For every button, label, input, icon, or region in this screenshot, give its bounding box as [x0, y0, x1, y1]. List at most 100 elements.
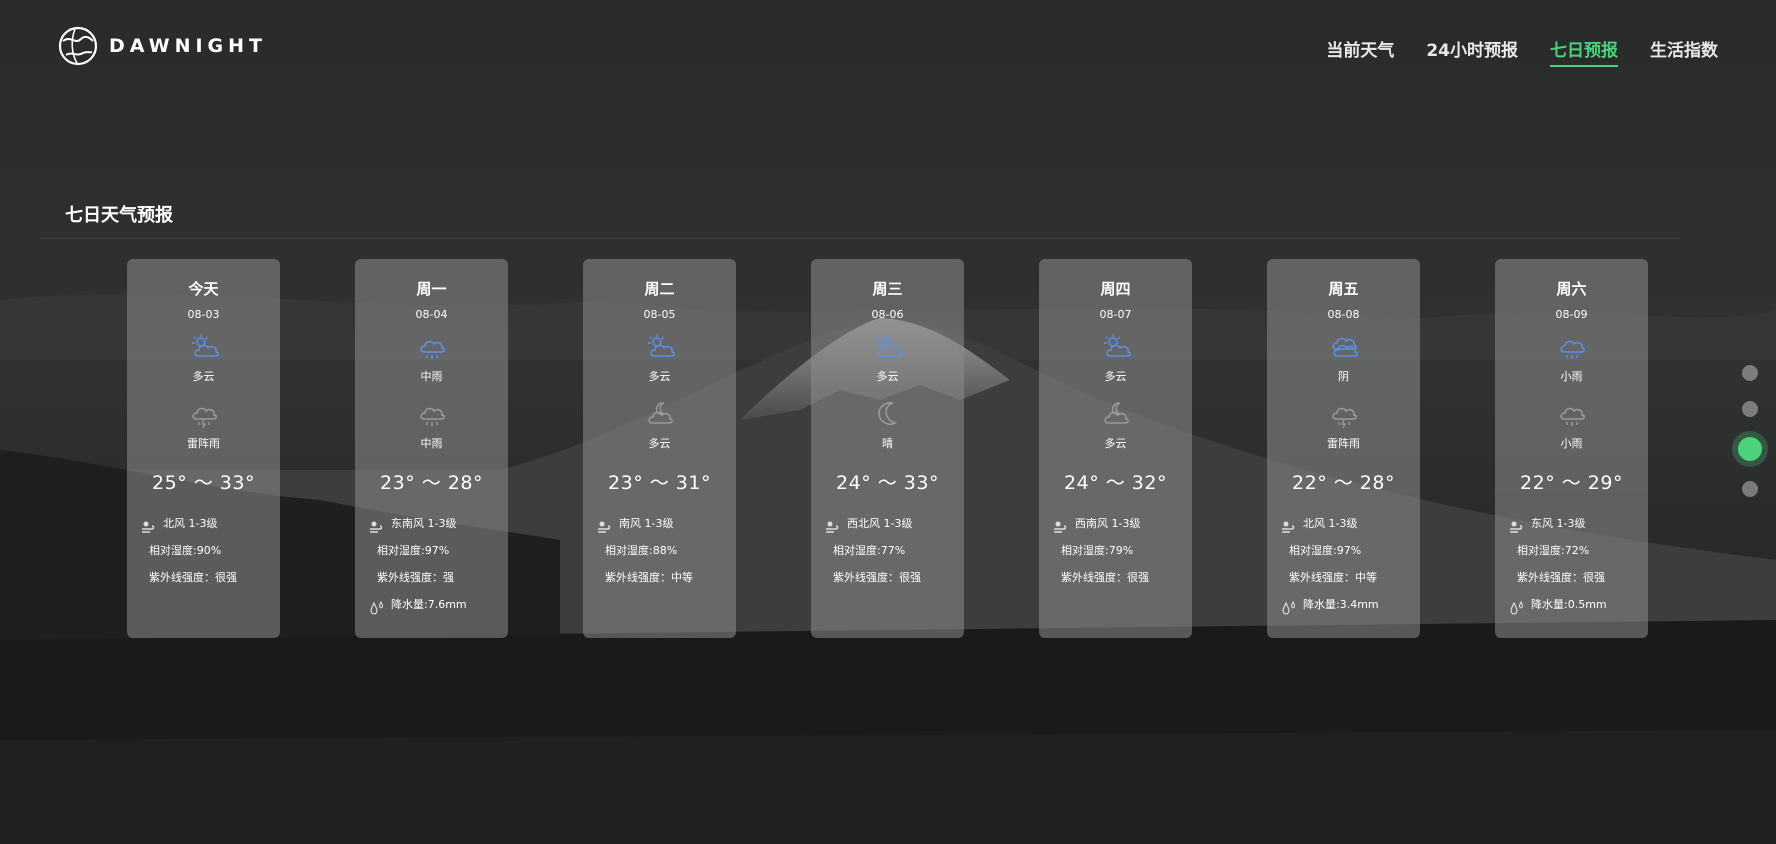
wind-row: 西南风 1-3级 [1053, 510, 1149, 537]
day-weather-desc: 多云 [648, 370, 671, 383]
day-weather-desc: 阴 [1338, 370, 1349, 383]
humidity-row: 相对湿度:77% [825, 537, 921, 564]
rain-icon [1557, 399, 1587, 429]
wind-row: 西北风 1-3级 [825, 510, 921, 537]
forecast-card[interactable]: 周二 08-05 多云 多云 23° ～ 31° 南风 1-3级 相对湿度:88… [583, 259, 736, 638]
uv-row: 紫外线强度：很强 [1053, 564, 1149, 591]
moon-icon [873, 399, 903, 429]
wind-text: 北风 1-3级 [163, 517, 218, 530]
card-details: 东南风 1-3级 相对湿度:97% 紫外线强度：强 降水量:7.6mm [369, 510, 467, 618]
temp-range: 24° ～ 32° [1064, 472, 1167, 494]
uv-text: 紫外线强度：很强 [833, 571, 921, 584]
section-title: 七日天气预报 [65, 205, 173, 226]
forecast-card[interactable]: 周六 08-09 小雨 小雨 22° ～ 29° 东风 1-3级 相对湿度:72… [1495, 259, 1648, 638]
wind-icon [597, 517, 613, 533]
card-details: 西南风 1-3级 相对湿度:79% 紫外线强度：很强 [1053, 510, 1149, 591]
uv-row: 紫外线强度：很强 [141, 564, 237, 591]
humidity-text: 相对湿度:79% [1061, 544, 1134, 557]
wind-row: 北风 1-3级 [1281, 510, 1379, 537]
night-weather-desc: 多云 [648, 437, 671, 450]
overcast-icon [1329, 332, 1359, 362]
precip-text: 降水量:3.4mm [1303, 598, 1379, 611]
partly-cloudy-night-icon [1101, 399, 1131, 429]
thunder-rain-icon [189, 399, 219, 429]
nav-item-2[interactable]: 七日预报 [1550, 36, 1618, 67]
humidity-text: 相对湿度:97% [1289, 544, 1362, 557]
day-weather-desc: 多云 [876, 370, 899, 383]
forecast-card[interactable]: 周三 08-06 多云 晴 24° ～ 33° 西北风 1-3级 相对湿度:77… [811, 259, 964, 638]
forecast-card[interactable]: 周一 08-04 中雨 中雨 23° ～ 28° 东南风 1-3级 相对湿度:9… [355, 259, 508, 638]
partly-cloudy-icon [1101, 332, 1131, 362]
wind-text: 东南风 1-3级 [391, 517, 457, 530]
card-date: 08-07 [1099, 308, 1132, 321]
humidity-row: 相对湿度:88% [597, 537, 693, 564]
forecast-card[interactable]: 周五 08-08 阴 雷阵雨 22° ～ 28° 北风 1-3级 相对湿度:97… [1267, 259, 1420, 638]
precip-row: 降水量:7.6mm [369, 591, 467, 618]
temp-range: 23° ～ 31° [608, 472, 711, 494]
card-date: 08-09 [1555, 308, 1588, 321]
temp-range: 22° ～ 28° [1292, 472, 1395, 494]
uv-row: 紫外线强度：中等 [1281, 564, 1379, 591]
nav-item-0[interactable]: 当前天气 [1326, 36, 1394, 67]
humidity-row: 相对湿度:79% [1053, 537, 1149, 564]
raindrop-icon [1281, 598, 1297, 615]
card-day: 周四 [1100, 280, 1131, 298]
top-nav: 当前天气 24小时预报 七日预报 生活指数 [1326, 36, 1718, 67]
day-weather-desc: 中雨 [420, 370, 443, 383]
precip-text: 降水量:7.6mm [391, 598, 467, 611]
nav-item-1[interactable]: 24小时预报 [1426, 36, 1518, 67]
wind-text: 东风 1-3级 [1531, 517, 1586, 530]
humidity-text: 相对湿度:97% [377, 544, 450, 557]
humidity-text: 相对湿度:88% [605, 544, 678, 557]
wind-text: 北风 1-3级 [1303, 517, 1358, 530]
humidity-text: 相对湿度:72% [1517, 544, 1590, 557]
humidity-row: 相对湿度:90% [141, 537, 237, 564]
section-divider [40, 238, 1680, 239]
wind-icon [1281, 517, 1297, 533]
logo[interactable]: DAWNIGHT [57, 25, 267, 67]
wind-icon [1509, 517, 1525, 533]
page-pager [1738, 355, 1762, 507]
uv-text: 紫外线强度：很强 [1517, 571, 1605, 584]
raindrop-icon [369, 598, 385, 615]
partly-cloudy-icon [645, 332, 675, 362]
night-weather-desc: 晴 [882, 437, 893, 450]
pager-dot-2[interactable] [1738, 437, 1762, 461]
wind-text: 西北风 1-3级 [847, 517, 913, 530]
wind-icon [369, 517, 385, 533]
night-weather-desc: 多云 [1104, 437, 1127, 450]
wind-icon [1053, 517, 1069, 533]
pager-dot-0[interactable] [1742, 365, 1758, 381]
night-weather-desc: 雷阵雨 [1327, 437, 1360, 450]
pager-dot-3[interactable] [1742, 481, 1758, 497]
forecast-card[interactable]: 今天 08-03 多云 雷阵雨 25° ～ 33° 北风 1-3级 相对湿度:9… [127, 259, 280, 638]
uv-text: 紫外线强度：中等 [1289, 571, 1377, 584]
night-weather-desc: 中雨 [420, 437, 443, 450]
card-details: 东风 1-3级 相对湿度:72% 紫外线强度：很强 降水量:0.5mm [1509, 510, 1607, 618]
partly-cloudy-night-icon [645, 399, 675, 429]
wind-icon [141, 517, 157, 533]
card-date: 08-08 [1327, 308, 1360, 321]
uv-text: 紫外线强度：很强 [149, 571, 237, 584]
precip-text: 降水量:0.5mm [1531, 598, 1607, 611]
raindrop-icon [1509, 598, 1525, 615]
temp-range: 25° ～ 33° [152, 472, 255, 494]
wind-row: 东南风 1-3级 [369, 510, 467, 537]
header: DAWNIGHT 当前天气 24小时预报 七日预报 生活指数 [0, 0, 1776, 96]
card-details: 北风 1-3级 相对湿度:90% 紫外线强度：很强 [141, 510, 237, 591]
pager-dot-1[interactable] [1742, 401, 1758, 417]
forecast-card[interactable]: 周四 08-07 多云 多云 24° ～ 32° 西南风 1-3级 相对湿度:7… [1039, 259, 1192, 638]
uv-row: 紫外线强度：中等 [597, 564, 693, 591]
card-details: 南风 1-3级 相对湿度:88% 紫外线强度：中等 [597, 510, 693, 591]
uv-text: 紫外线强度：中等 [605, 571, 693, 584]
rain-icon [1557, 332, 1587, 362]
card-details: 西北风 1-3级 相对湿度:77% 紫外线强度：很强 [825, 510, 921, 591]
precip-row: 降水量:3.4mm [1281, 591, 1379, 618]
card-date: 08-04 [415, 308, 448, 321]
uv-text: 紫外线强度：强 [377, 571, 454, 584]
precip-row: 降水量:0.5mm [1509, 591, 1607, 618]
card-details: 北风 1-3级 相对湿度:97% 紫外线强度：中等 降水量:3.4mm [1281, 510, 1379, 618]
card-day: 周六 [1556, 280, 1587, 298]
rain-icon [417, 399, 447, 429]
nav-item-3[interactable]: 生活指数 [1650, 36, 1718, 67]
